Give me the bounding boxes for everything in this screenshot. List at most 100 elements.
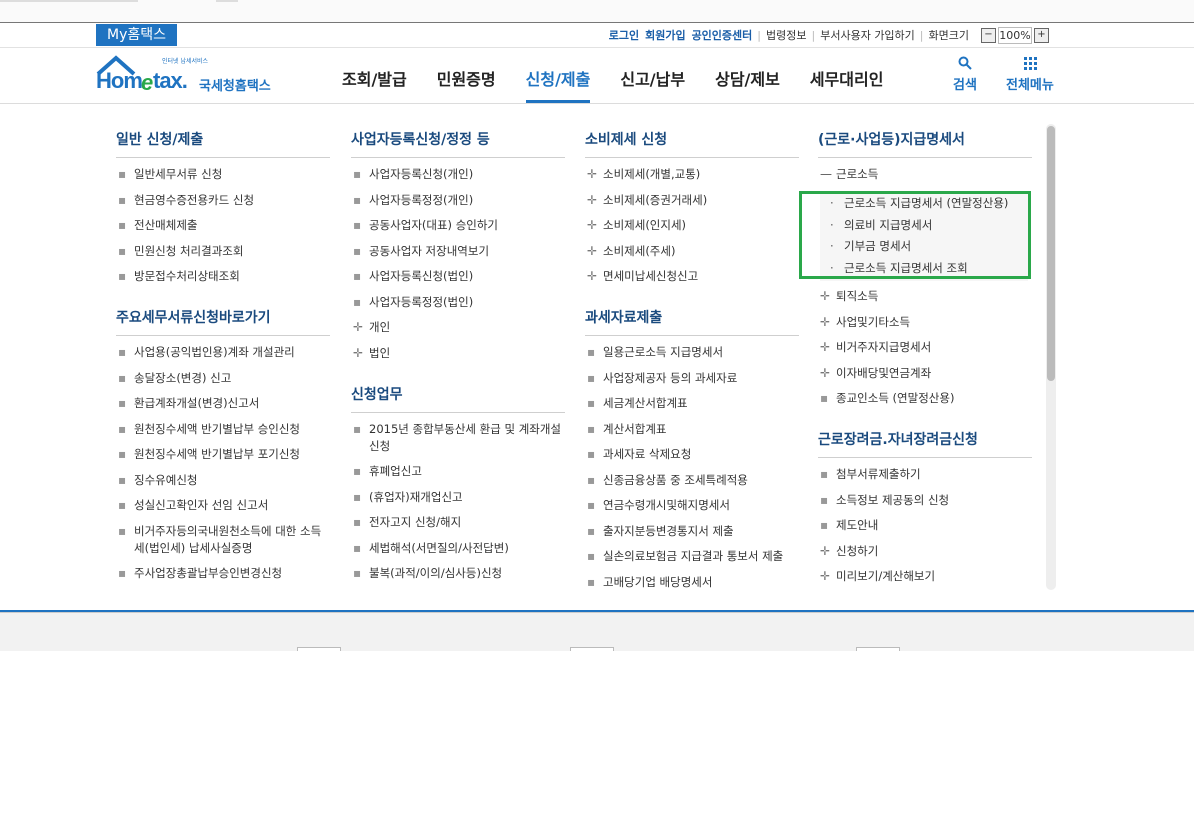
bullet-icon: ▪ (118, 192, 127, 207)
menu-item[interactable]: ▪ 연금수령개시및해지명세서 (585, 497, 799, 514)
menu-item-expandable[interactable]: ✛ 개인 (351, 319, 565, 336)
menu-item-label: 전자고지 신청/해지 (369, 515, 462, 529)
zoom-in-button[interactable]: + (1034, 28, 1049, 43)
menu-item-expandable[interactable]: ✛ 신청하기 (818, 543, 1032, 560)
menu-item[interactable]: ▪ 실손의료보험금 지급결과 통보서 제출 (585, 548, 799, 565)
menu-item-expandable[interactable]: ✛ 소비제세(개별,교통) (585, 166, 799, 183)
search-icon (958, 56, 972, 70)
section-title: 주요세무서류신청바로가기 (116, 307, 330, 336)
menu-item-label: 환급계좌개설(변경)신고서 (134, 396, 260, 410)
menu-item[interactable]: ▪ 공동사업자(대표) 승인하기 (351, 217, 565, 234)
nav-consult[interactable]: 상담/제보 (704, 48, 791, 103)
menu-item[interactable]: ▪ 현금영수증전용카드 신청 (116, 192, 330, 209)
search-button[interactable]: 검색 (953, 56, 977, 93)
menu-item[interactable]: ▪ 세법해석(서면질의/사전답변) (351, 540, 565, 557)
menu-item-expandable[interactable]: ✛ 소비제세(증권거래세) (585, 192, 799, 209)
my-hometax-tab[interactable]: My홈택스 (96, 24, 177, 46)
menu-item[interactable]: ▪ 일용근로소득 지급명세서 (585, 344, 799, 361)
nav-apply-submit[interactable]: 신청/제출 (515, 48, 602, 103)
menu-item[interactable]: ▪ 비거주자등의국내원천소득에 대한 소득세(법인세) 납세사실증명 (116, 523, 330, 557)
menu-item[interactable]: ▪ 불복(과적/이의/심사등)신청 (351, 565, 565, 582)
menu-item[interactable]: ▪ (휴업자)재개업신고 (351, 489, 565, 506)
menu-item[interactable]: ▪ 고배당기업 배당명세서 (585, 574, 799, 591)
nav-inquiry[interactable]: 조회/발급 (331, 48, 418, 103)
menu-item-expandable[interactable]: ✛ 소비제세(인지세) (585, 217, 799, 234)
menu-item[interactable]: ▪ 주사업장총괄납부승인변경신청 (116, 565, 330, 582)
menu-item[interactable]: ▪ 성실신고확인자 선임 신고서 (116, 497, 330, 514)
menu-item-expandable[interactable]: ✛ 퇴직소득 (818, 288, 1032, 305)
browser-tab[interactable] (216, 0, 238, 2)
bullet-icon: ▪ (353, 218, 362, 232)
menu-item[interactable]: ▪ 제도안내 (818, 517, 1032, 534)
menu-item-label: 방문접수처리상태조회 (134, 269, 240, 283)
menu-item[interactable]: ▪ 소득정보 제공동의 신청 (818, 492, 1032, 509)
menu-item-expandable[interactable]: ✛ 법인 (351, 345, 565, 362)
menu-item[interactable]: ▪ 원천징수세액 반기별납부 승인신청 (116, 421, 330, 438)
menu-item[interactable]: ▪ 출자지분등변경통지서 제출 (585, 523, 799, 540)
menu-item[interactable]: ▪ 전산매체제출 (116, 217, 330, 234)
menu-item[interactable]: ▪ 사업자등록정정(개인) (351, 192, 565, 209)
menu-item-label: 연금수령개시및해지명세서 (603, 498, 730, 512)
menu-item[interactable]: ▪ 첨부서류제출하기 (818, 466, 1032, 483)
menu-item[interactable]: ▪ 송달장소(변경) 신고 (116, 370, 330, 387)
login-link[interactable]: 로그인 (609, 27, 639, 43)
menu-item-label: 신청하기 (836, 543, 879, 558)
menu-item-label: 소비제세(개별,교통) (603, 167, 701, 181)
logo-tax: tax. (153, 68, 188, 93)
menu-item-expandable[interactable]: ✛ 사업및기타소득 (818, 314, 1032, 331)
hometax-logo[interactable]: 인터넷 납세서비스 Hom e tax. 국세청홈택스 (96, 54, 286, 96)
bullet-icon: ▪ (353, 566, 362, 580)
bullet-icon: ▪ (118, 498, 127, 512)
menu-item-expanded[interactable]: — 근로소득 (818, 166, 1032, 183)
all-menu-button[interactable]: 전체메뉴 (1006, 56, 1054, 93)
browser-tab[interactable] (0, 0, 138, 2)
menu-item-label: 비거주자지급명세서 (836, 340, 932, 354)
menu-item[interactable]: ▪ 환급계좌개설(변경)신고서 (116, 395, 330, 412)
menu-item-expandable[interactable]: ✛ 비거주자지급명세서 (818, 339, 1032, 356)
menu-item-expandable[interactable]: ✛ 미리보기/계산해보기 (818, 568, 1032, 585)
menu-item[interactable]: ▪ 사업자등록신청(개인) (351, 166, 565, 183)
law-info-link[interactable]: 법령정보 (766, 27, 806, 43)
menu-item[interactable]: ▪ 2015년 종합부동산세 환급 및 계좌개설 신청 (351, 421, 565, 455)
menu-item[interactable]: ▪ 징수유예신청 (116, 472, 330, 489)
bullet-icon: ▪ (820, 391, 829, 405)
menu-item-expandable[interactable]: ✛ 면세미납세신청신고 (585, 268, 799, 285)
menu-item[interactable]: ▪ 신종금융상품 중 조세특례적용 (585, 472, 799, 489)
menu-scrollbar[interactable] (1046, 124, 1056, 590)
menu-item[interactable]: ▪ 사업자등록정정(법인) (351, 294, 565, 311)
menu-item[interactable]: ▪ 일반세무서류 신청 (116, 166, 330, 183)
menu-item[interactable]: ▪ 사업용(공익법인용)계좌 개설관리 (116, 344, 330, 361)
footer-box (856, 647, 900, 651)
menu-item[interactable]: ▪ 민원신청 처리결과조회 (116, 243, 330, 260)
menu-item[interactable]: ▪ 공동사업자 저장내역보기 (351, 243, 565, 260)
nav-civil-cert[interactable]: 민원증명 (426, 48, 507, 103)
menu-item[interactable]: ▪ 사업장제공자 등의 과세자료 (585, 370, 799, 387)
menu-item[interactable]: ▪ 전자고지 신청/해지 (351, 514, 565, 531)
nav-report-pay[interactable]: 신고/납부 (609, 48, 696, 103)
menu-item[interactable]: ▪ 세금계산서합계표 (585, 395, 799, 412)
menu-col-general: 일반 신청/제출 ▪ 일반세무서류 신청 ▪ 현금영수증전용카드 신청 ▪ 전산매체제… (116, 129, 330, 582)
menu-item[interactable]: ▪ 휴폐업신고 (351, 463, 565, 480)
nav-tax-agent[interactable]: 세무대리인 (799, 48, 895, 103)
bullet-icon: ▪ (118, 243, 127, 258)
separator: | (757, 28, 762, 42)
bullet-icon: ▪ (820, 467, 829, 481)
section-title: 근로장려금.자녀장려금신청 (818, 429, 1032, 458)
menu-item[interactable]: ▪ 과세자료 삭제요청 (585, 446, 799, 463)
menu-item-label: 세금계산서합계표 (603, 396, 688, 410)
menu-item[interactable]: ▪ 종교인소득 (연말정산용) (818, 390, 1032, 407)
scrollbar-thumb[interactable] (1047, 126, 1055, 381)
menu-item[interactable]: ▪ 사업자등록신청(법인) (351, 268, 565, 285)
cert-center-link[interactable]: 공인인증센터 (692, 27, 753, 43)
menu-item-expandable[interactable]: ✛ 이자배당및연금계좌 (818, 365, 1032, 382)
dept-user-signup-link[interactable]: 부서사용자 가입하기 (820, 27, 915, 43)
menu-item-label: 징수유예신청 (134, 472, 198, 487)
mega-menu: 일반 신청/제출 ▪ 일반세무서류 신청 ▪ 현금영수증전용카드 신청 ▪ 전산매체제… (0, 104, 1194, 610)
zoom-out-button[interactable]: − (981, 28, 996, 43)
signup-link[interactable]: 회원가입 (645, 27, 685, 43)
menu-item-label: (휴업자)재개업신고 (369, 489, 463, 504)
menu-item[interactable]: ▪ 원천징수세액 반기별납부 포기신청 (116, 446, 330, 463)
menu-item-expandable[interactable]: ✛ 소비제세(주세) (585, 243, 799, 260)
menu-item[interactable]: ▪ 방문접수처리상태조회 (116, 268, 330, 285)
menu-item[interactable]: ▪ 계산서합계표 (585, 421, 799, 438)
